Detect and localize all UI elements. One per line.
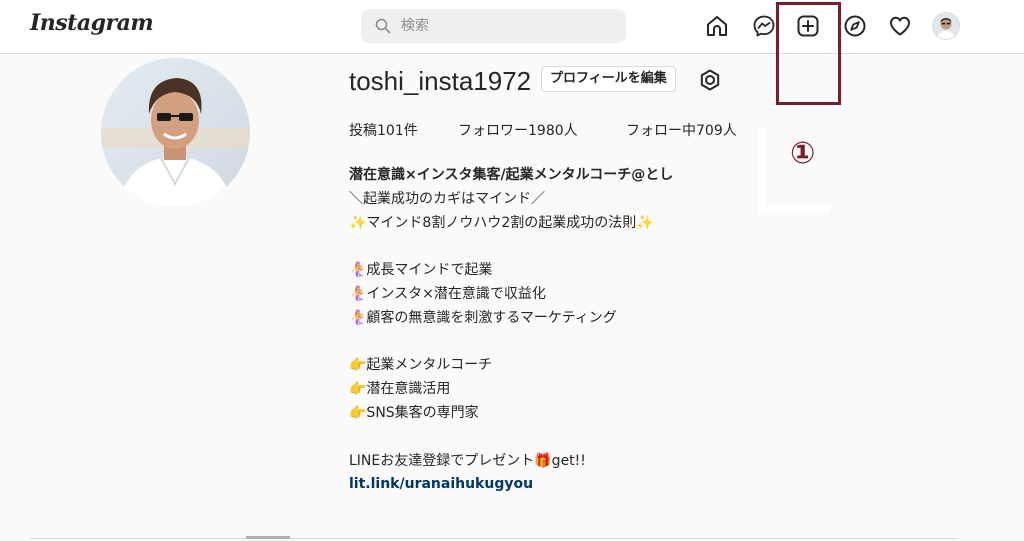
profile-avatar[interactable] xyxy=(932,12,960,40)
bio-line: 🧜‍♀️顧客の無意識を刺激するマーケティング xyxy=(349,309,617,326)
bio-line: ＼起業成功のカギはマインド／ xyxy=(349,190,545,207)
bio-line: 👉SNS集客の専門家 xyxy=(349,404,479,421)
bio-display-name: 潜在意識×インスタ集客/起業メンタルコーチ@とし xyxy=(349,167,674,183)
search-input[interactable] xyxy=(401,9,611,43)
settings-gear-icon[interactable] xyxy=(698,68,722,92)
annotation-step-number: ① xyxy=(790,136,816,171)
profile-bio: 潜在意識×インスタ集客/起業メンタルコーチ@とし ＼起業成功のカギはマインド／ … xyxy=(349,164,769,497)
bio-line: ✨マインド8割ノウハウ2割の起業成功の法則✨ xyxy=(349,214,654,231)
explore-icon[interactable] xyxy=(842,13,868,39)
bio-external-link[interactable]: lit.link/uranaihukugyou xyxy=(349,473,769,497)
profile-username: toshi_insta1972 xyxy=(349,66,532,96)
search-icon xyxy=(375,18,391,34)
stat-following[interactable]: フォロー中709人 xyxy=(626,120,737,142)
bio-blank-line xyxy=(349,426,769,450)
bio-blank-line xyxy=(349,235,769,259)
bio-blank-line xyxy=(349,331,769,355)
stat-posts[interactable]: 投稿101件 xyxy=(349,120,418,142)
activity-heart-icon[interactable] xyxy=(887,13,913,39)
bio-line: 👉潜在意識活用 xyxy=(349,381,451,398)
search-box[interactable] xyxy=(361,9,626,43)
bio-line: 👉起業メンタルコーチ xyxy=(349,357,493,374)
bio-line: LINEお友達登録でプレゼント🎁get!! xyxy=(349,452,586,469)
top-nav-bar: Instagram xyxy=(0,0,1024,54)
home-icon[interactable] xyxy=(704,13,730,39)
edit-profile-button[interactable]: プロフィールを編集 xyxy=(541,66,676,92)
annotation-highlight-box xyxy=(776,2,841,105)
active-tab-indicator xyxy=(246,536,290,539)
messenger-icon[interactable] xyxy=(751,13,777,39)
profile-picture[interactable] xyxy=(101,58,250,207)
bio-line: 🧜‍♀️インスタ×潜在意識で収益化 xyxy=(349,285,546,302)
instagram-logo[interactable]: Instagram xyxy=(30,10,154,36)
bio-line: 🧜‍♀️成長マインドで起業 xyxy=(349,262,493,279)
tabs-divider xyxy=(30,538,958,539)
stat-followers[interactable]: フォロワー1980人 xyxy=(458,120,578,142)
